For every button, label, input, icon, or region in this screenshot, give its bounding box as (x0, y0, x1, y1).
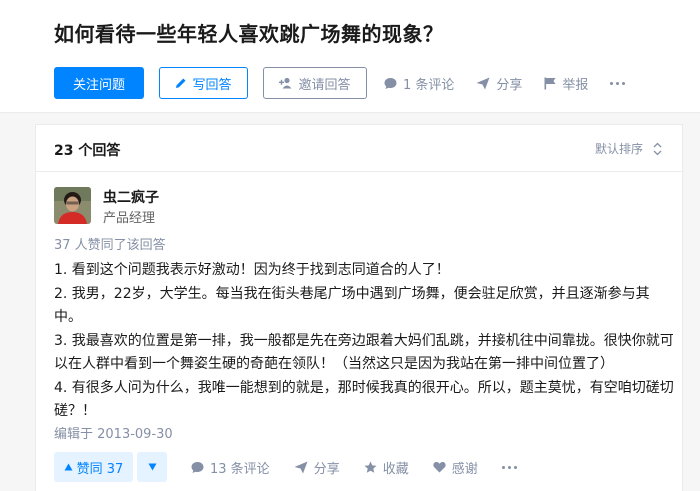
answer-share-button[interactable]: 分享 (294, 458, 340, 477)
follow-question-button[interactable]: 关注问题 (54, 67, 144, 99)
answer-paragraph: 1. 看到这个问题我表示好激动！因为终于找到志同道合的人了！ (54, 262, 450, 278)
heart-icon (433, 461, 446, 473)
vote-summary: 37 人赞同了该回答 (54, 238, 166, 253)
answer-meta-actions: 13 条评论 分享 收藏 感谢 (191, 458, 517, 477)
answer-count: 23 个回答 (54, 143, 121, 159)
comment-icon (384, 77, 397, 89)
write-answer-button[interactable]: 写回答 (159, 67, 248, 99)
sort-toggle-icon (653, 142, 662, 155)
sort-label: 默认排序 (594, 142, 643, 156)
question-comments-label: 1 条评论 (403, 77, 455, 93)
share-icon (294, 461, 308, 473)
answer-share-label: 分享 (313, 461, 340, 477)
answer-list-header: 23 个回答 默认排序 (36, 125, 684, 172)
add-user-icon (279, 77, 292, 89)
question-share-label: 分享 (496, 77, 523, 93)
answer-paragraph: 3. 我最喜欢的位置是第一排，我一般都是先在旁边跟着大妈们乱跳，并接机往中间靠拢… (54, 333, 674, 372)
more-icon (501, 465, 517, 469)
author-name[interactable]: 虫二疯子 (103, 187, 159, 207)
thanks-label: 感谢 (451, 461, 478, 477)
edited-date[interactable]: 编辑于 2013-09-30 (54, 423, 173, 442)
write-answer-label: 写回答 (192, 77, 232, 93)
question-comments-button[interactable]: 1 条评论 (384, 74, 454, 93)
collect-label: 收藏 (382, 461, 409, 477)
question-title: 如何看待一些年轻人喜欢跳广场舞的现象？ (54, 22, 444, 46)
question-actions: 关注问题 写回答 邀请回答 1 条评论 分享 举报 (54, 67, 626, 99)
comment-icon (191, 461, 204, 473)
more-options-button[interactable] (610, 81, 626, 85)
sort-dropdown[interactable]: 默认排序 (595, 140, 662, 157)
flag-icon (544, 77, 556, 89)
report-button[interactable]: 举报 (544, 74, 588, 93)
share-icon (476, 77, 490, 89)
answer-paragraph: 2. 我男，22岁，大学生。每当我在街头巷尾广场中遇到广场舞，便会驻足欣赏，并且… (54, 286, 650, 325)
answer-comments-label: 13 条评论 (210, 461, 270, 477)
report-label: 举报 (562, 77, 589, 93)
avatar-image (54, 187, 91, 224)
triangle-down-icon (148, 463, 156, 471)
answer-more-button[interactable] (501, 465, 517, 469)
author-bio: 产品经理 (103, 211, 156, 226)
invite-answer-label: 邀请回答 (298, 77, 351, 93)
more-icon (610, 81, 626, 85)
answer-list-card: 23 个回答 默认排序 虫二疯子 产品经理 37 人赞同了该回答 1. 看到这个… (35, 124, 684, 491)
invite-answer-button[interactable]: 邀请回答 (263, 67, 367, 99)
collect-button[interactable]: 收藏 (364, 458, 409, 477)
upvote-label: 赞同 37 (76, 461, 124, 477)
pencil-icon (176, 78, 186, 88)
question-share-button[interactable]: 分享 (476, 74, 522, 93)
answer-actions: 赞同 37 13 条评论 分享 收藏 感谢 (54, 452, 517, 482)
avatar[interactable] (54, 187, 91, 224)
question-header: 如何看待一些年轻人喜欢跳广场舞的现象？ 关注问题 写回答 邀请回答 1 条评论 … (0, 0, 700, 113)
thanks-button[interactable]: 感谢 (433, 458, 478, 477)
downvote-button[interactable] (137, 452, 167, 482)
upvote-button[interactable]: 赞同 37 (54, 452, 133, 482)
triangle-up-icon (64, 463, 73, 471)
answer-comments-button[interactable]: 13 条评论 (191, 458, 270, 477)
answer-content: 1. 看到这个问题我表示好激动！因为终于找到志同道合的人了！ 2. 我男，22岁… (54, 259, 674, 424)
answer-paragraph: 4. 有很多人问为什么，我唯一能想到的就是，那时候我真的很开心。所以，题主莫忧，… (54, 380, 674, 419)
star-icon (364, 461, 377, 473)
